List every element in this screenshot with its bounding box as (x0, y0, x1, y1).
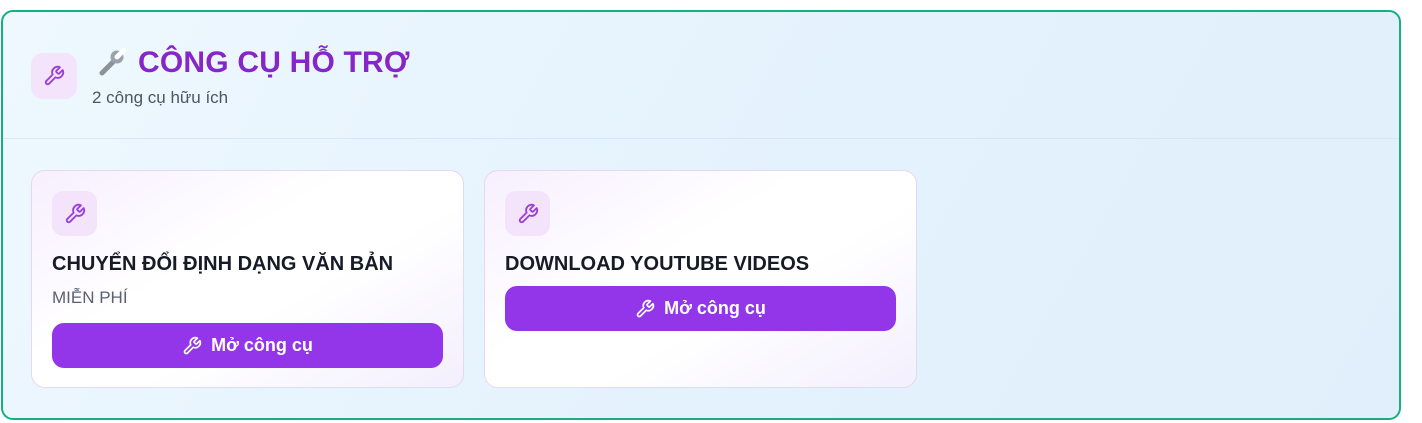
tool-card-youtube-download: DOWNLOAD YOUTUBE VIDEOS Mở công cụ (484, 170, 917, 388)
open-tool-button[interactable]: Mở công cụ (505, 286, 896, 331)
wrench-emoji-icon (96, 48, 126, 78)
wrench-icon (31, 53, 77, 99)
tool-card-title: CHUYỂN ĐỔI ĐỊNH DẠNG VĂN BẢN (52, 253, 394, 275)
open-tool-button-label: Mở công cụ (211, 335, 313, 355)
open-tool-button-label: Mở công cụ (664, 298, 766, 318)
wrench-icon (505, 191, 550, 236)
wrench-icon (52, 191, 97, 236)
tool-card-text-converter: CHUYỂN ĐỔI ĐỊNH DẠNG VĂN BẢN MIỄN PHÍ Mở… (31, 170, 464, 388)
wrench-icon (182, 336, 202, 356)
panel-header: CÔNG CỤ HỖ TRỢ 2 công cụ hữu ích (3, 12, 1399, 139)
panel-title: CÔNG CỤ HỖ TRỢ (138, 46, 410, 79)
tool-card-subtitle: MIỄN PHÍ (52, 288, 128, 307)
panel-subtitle: 2 công cụ hữu ích (92, 88, 229, 107)
tool-card-title: DOWNLOAD YOUTUBE VIDEOS (505, 253, 810, 275)
tools-panel: CÔNG CỤ HỖ TRỢ 2 công cụ hữu ích CHUYỂN … (1, 10, 1401, 420)
wrench-icon (635, 299, 655, 319)
panel-title-row: CÔNG CỤ HỖ TRỢ (96, 46, 410, 80)
open-tool-button[interactable]: Mở công cụ (52, 323, 443, 368)
